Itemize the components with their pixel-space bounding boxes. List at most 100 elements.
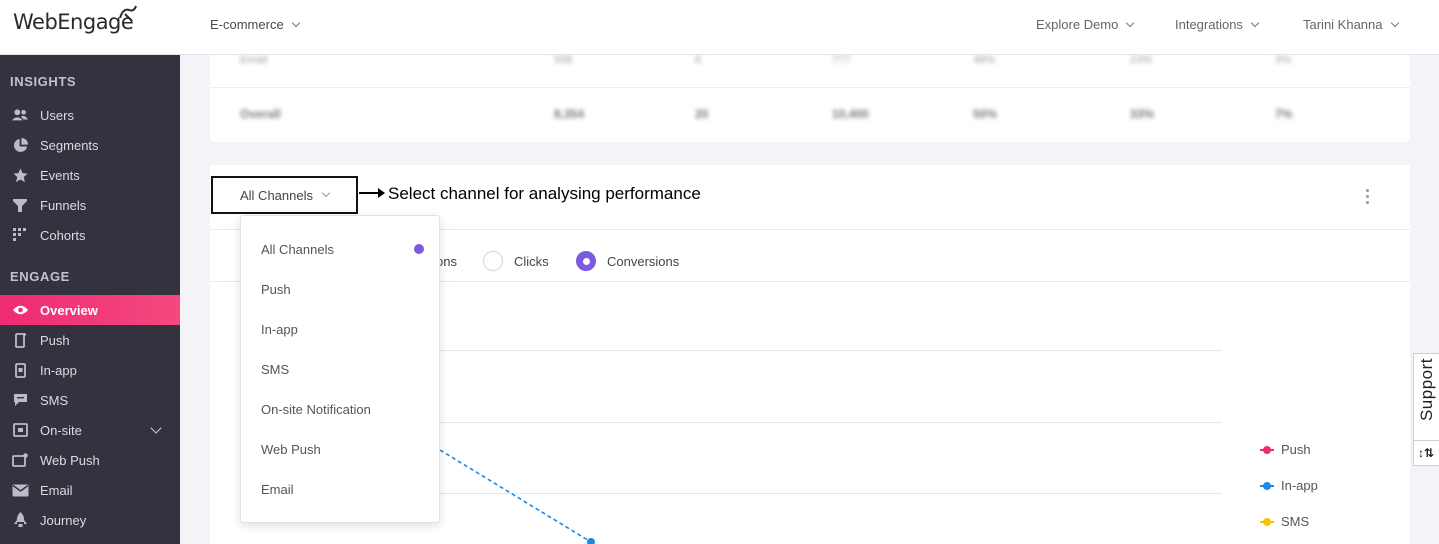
dropdown-option-web-push[interactable]: Web Push <box>261 442 321 457</box>
pie-chart-icon <box>11 137 29 153</box>
chevron-down-icon <box>1250 18 1260 27</box>
integrations-label: Integrations <box>1175 17 1243 32</box>
sidebar-item-journey[interactable]: Journey <box>0 505 180 535</box>
table-row: Overall 8,354 20 10,400 50% 33% 7% <box>210 107 1410 147</box>
table-cell: Overall <box>240 107 281 121</box>
radio-conversions[interactable] <box>576 251 596 271</box>
sidebar-item-label: Push <box>40 332 70 348</box>
table-cell: 558 <box>554 54 573 66</box>
chat-icon <box>11 392 29 408</box>
channel-selector[interactable]: All Channels <box>211 176 358 214</box>
row-divider <box>210 87 1410 88</box>
support-divider <box>1414 440 1439 441</box>
annotation-arrow-icon <box>359 188 385 198</box>
chevron-down-icon <box>321 188 331 198</box>
legend-label: Push <box>1281 442 1311 457</box>
logo-swirl-icon <box>119 5 137 22</box>
table-cell: 10,400 <box>832 107 869 121</box>
sidebar: INSIGHTS Users Segments Events Funnels C… <box>0 55 180 544</box>
table-cell: 7% <box>1275 107 1293 121</box>
dropdown-option-all-channels[interactable]: All Channels <box>261 242 334 257</box>
chevron-down-icon <box>1390 18 1399 27</box>
onsite-icon <box>11 422 29 438</box>
sidebar-item-cohorts[interactable]: Cohorts <box>0 220 180 250</box>
legend-item-sms[interactable]: SMS <box>1260 514 1309 529</box>
table-cell: 50% <box>973 107 998 121</box>
sidebar-item-users[interactable]: Users <box>0 100 180 130</box>
chart-gridline <box>440 350 1222 351</box>
table-cell: 3% <box>1275 54 1291 66</box>
sidebar-item-label: Segments <box>40 137 99 153</box>
metric-tab-label: Conversions <box>607 253 680 269</box>
project-selector[interactable]: E-commerce <box>210 17 300 32</box>
metric-tab-clicks[interactable]: Clicks <box>483 250 549 272</box>
top-bar: WebEngage E-commerce Explore Demo Integr… <box>0 0 1439 55</box>
sidebar-item-label: Events <box>40 167 80 183</box>
legend-item-push[interactable]: Push <box>1260 442 1311 457</box>
dropdown-option-in-app[interactable]: In-app <box>261 322 298 337</box>
project-name: E-commerce <box>210 17 284 32</box>
legend-marker <box>1260 445 1274 454</box>
table-cell: 23% <box>1130 54 1153 66</box>
radio-clicks[interactable] <box>483 251 503 271</box>
webpush-icon <box>11 452 29 468</box>
sidebar-item-label: Web Push <box>40 452 100 468</box>
table-cell: 777 <box>832 54 851 66</box>
sidebar-item-segments[interactable]: Segments <box>0 130 180 160</box>
chevron-down-icon[interactable] <box>150 422 162 434</box>
mobile-icon <box>11 332 29 348</box>
table-cell: 20 <box>695 107 709 121</box>
users-icon <box>11 107 29 123</box>
dropdown-option-sms[interactable]: SMS <box>261 362 289 377</box>
sidebar-item-funnels[interactable]: Funnels <box>0 190 180 220</box>
user-menu[interactable]: Tarini Khanna <box>1303 17 1399 32</box>
engage-section-title: ENGAGE <box>10 269 70 284</box>
integrations-menu[interactable]: Integrations <box>1175 17 1260 32</box>
metric-tab-conversions[interactable]: Conversions <box>576 250 679 272</box>
legend-item-in-app[interactable]: In-app <box>1260 478 1318 493</box>
rocket-icon <box>11 512 29 528</box>
chart-gridline <box>440 422 1222 423</box>
explore-demo-label: Explore Demo <box>1036 17 1119 32</box>
channel-selected-label: All Channels <box>240 187 313 203</box>
star-icon <box>11 167 29 183</box>
table-row: Email 558 8 777 48% 23% 3% <box>210 54 1410 94</box>
summary-table-card: Email 558 8 777 48% 23% 3% Overall 8,354… <box>210 40 1410 142</box>
sidebar-item-in-app[interactable]: In-app <box>0 355 180 385</box>
chart-gridline <box>440 493 1222 494</box>
sidebar-item-events[interactable]: Events <box>0 160 180 190</box>
sidebar-item-label: Overview <box>40 302 98 318</box>
more-options-icon[interactable] <box>1366 189 1370 207</box>
dropdown-option-email[interactable]: Email <box>261 482 294 497</box>
channel-dropdown-menu: All Channels Push In-app SMS On-site Not… <box>240 215 440 523</box>
sidebar-item-label: Journey <box>40 512 87 528</box>
sidebar-item-overview[interactable]: Overview <box>0 295 180 325</box>
table-cell: Email <box>240 54 268 66</box>
chevron-down-icon <box>1126 18 1135 27</box>
dropdown-option-push[interactable]: Push <box>261 282 291 297</box>
annotation-text: Select channel for analysing performance <box>388 184 701 203</box>
support-tool-icon[interactable]: ↕⇅ <box>1418 446 1434 460</box>
sidebar-item-push[interactable]: Push <box>0 325 180 355</box>
sidebar-item-sms[interactable]: SMS <box>0 385 180 415</box>
sidebar-item-label: In-app <box>40 362 77 378</box>
grid-icon <box>11 227 29 243</box>
explore-demo-menu[interactable]: Explore Demo <box>1036 17 1135 32</box>
eye-icon <box>11 302 29 318</box>
table-cell: 8 <box>695 54 702 66</box>
sidebar-item-web-push[interactable]: Web Push <box>0 445 180 475</box>
sidebar-item-label: Cohorts <box>40 227 86 243</box>
table-cell: 33% <box>1130 107 1155 121</box>
inapp-icon <box>11 362 29 378</box>
support-tab[interactable]: Support ↕⇅ <box>1413 353 1439 466</box>
sidebar-item-label: Email <box>40 482 73 498</box>
logo-text: WebEngage <box>13 10 134 34</box>
chevron-down-icon <box>291 18 300 27</box>
sidebar-item-email[interactable]: Email <box>0 475 180 505</box>
dropdown-option-on-site[interactable]: On-site Notification <box>261 402 371 417</box>
funnel-icon <box>11 197 29 213</box>
sidebar-item-label: Funnels <box>40 197 87 213</box>
legend-label: SMS <box>1281 514 1310 529</box>
webengage-logo[interactable]: WebEngage <box>13 5 137 34</box>
sidebar-item-on-site[interactable]: On-site <box>0 415 180 445</box>
